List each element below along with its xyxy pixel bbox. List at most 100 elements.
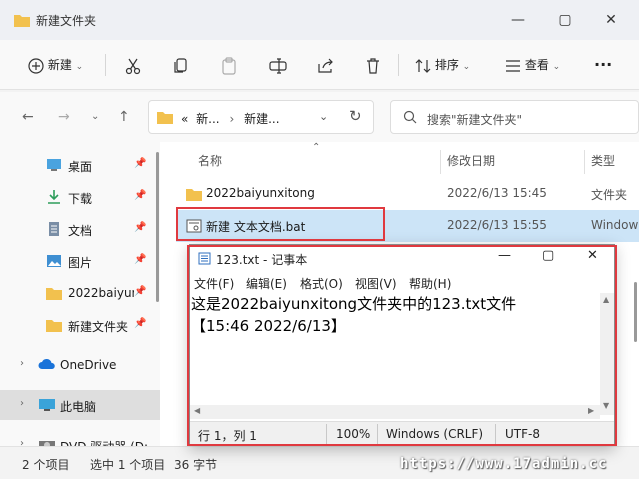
pin-icon: 📌 <box>134 318 147 329</box>
divider <box>377 424 378 444</box>
file-row-selected[interactable]: 新建 文本文档.bat 2022/6/13 15:55 Windows <box>176 210 639 242</box>
notepad-maximize-button[interactable]: ▢ <box>542 248 554 263</box>
search-box[interactable]: 搜索"新建文件夹" <box>390 100 639 134</box>
rename-icon <box>269 57 287 74</box>
download-icon <box>48 190 60 204</box>
breadcrumb-item[interactable]: 新建... <box>244 112 279 126</box>
file-type: 文件夹 <box>591 188 628 202</box>
chevron-right-icon[interactable]: › <box>20 438 24 446</box>
scroll-left-icon[interactable]: ◀ <box>194 406 200 415</box>
rename-button[interactable] <box>269 54 287 76</box>
sidebar-item-label: DVD 驱动器 (D: <box>60 438 148 446</box>
column-header-name[interactable]: 名称 <box>198 152 222 169</box>
maximize-button[interactable]: ▢ <box>555 10 575 30</box>
sidebar-item-label: 2022baiyun <box>68 286 134 300</box>
more-options-button[interactable]: ··· <box>594 54 612 76</box>
column-divider[interactable] <box>440 150 441 174</box>
share-icon <box>318 58 333 73</box>
back-arrow-icon[interactable]: ← <box>22 109 34 125</box>
notepad-text-area[interactable]: 这是2022baiyunxitong文件夹中的123.txt文件 【15:46 … <box>190 293 600 405</box>
menu-view[interactable]: 视图(V) <box>355 275 397 292</box>
copy-button[interactable] <box>173 54 189 76</box>
filelist-scrollbar[interactable] <box>634 282 637 342</box>
address-bar[interactable]: « 新... › 新建... ⌄ ↻ <box>148 100 374 134</box>
share-button[interactable] <box>317 54 335 76</box>
menu-format[interactable]: 格式(O) <box>300 275 343 292</box>
up-arrow-icon[interactable]: ↑ <box>118 109 130 125</box>
column-header-type[interactable]: 类型 <box>591 152 615 169</box>
document-icon <box>49 222 59 236</box>
sort-button[interactable]: 排序 ⌄ <box>415 54 470 76</box>
notepad-close-button[interactable]: ✕ <box>587 248 598 263</box>
new-button[interactable]: 新建 ⌄ <box>28 54 83 76</box>
cut-button[interactable] <box>124 54 142 76</box>
sidebar-item-documents[interactable]: 文档 📌 <box>0 214 160 244</box>
plus-circle-icon <box>28 57 44 74</box>
clipboard-icon <box>222 56 236 75</box>
breadcrumb-item[interactable]: 新... <box>196 112 219 126</box>
pin-icon: 📌 <box>134 158 147 169</box>
recent-locations-chevron-icon[interactable]: ⌄ <box>91 111 99 122</box>
minimize-button[interactable]: — <box>508 10 528 30</box>
sidebar-item-downloads[interactable]: 下载 📌 <box>0 182 160 212</box>
navigation-pane: 桌面 📌 下载 📌 文档 📌 图片 📌 2022baiyun 📌 新建文件夹 📌 <box>0 142 160 446</box>
paste-button[interactable] <box>221 54 237 76</box>
view-label: 查看 <box>524 58 549 72</box>
notepad-horizontal-scrollbar[interactable]: ◀ ▶ <box>190 405 600 419</box>
sidebar-item-label: 新建文件夹 <box>68 320 129 334</box>
menu-edit[interactable]: 编辑(E) <box>246 275 287 292</box>
sidebar-item-2022baiyun[interactable]: 2022baiyun 📌 <box>0 278 160 308</box>
watermark: https://www.17admin.cc <box>400 456 608 472</box>
column-divider[interactable] <box>584 150 585 174</box>
item-count: 2 个项目 <box>22 458 70 472</box>
forward-arrow-icon[interactable]: → <box>58 109 70 125</box>
file-type: Windows <box>591 218 639 232</box>
delete-button[interactable] <box>365 54 381 76</box>
line-ending: Windows (CRLF) <box>386 427 484 441</box>
sidebar-item-desktop[interactable]: 桌面 📌 <box>0 150 160 180</box>
file-row[interactable]: 2022baiyunxitong 2022/6/13 15:45 文件夹 <box>176 178 639 210</box>
sidebar-item-label: 下载 <box>68 192 93 206</box>
notepad-title-bar: 123.txt - 记事本 — ▢ ✕ <box>190 245 614 271</box>
sidebar-item-dvd[interactable]: › DVD 驱动器 (D: <box>0 430 160 446</box>
menu-file[interactable]: 文件(F) <box>194 275 234 292</box>
notepad-minimize-button[interactable]: — <box>498 248 511 263</box>
folder-icon <box>157 112 173 124</box>
pictures-icon <box>47 255 61 267</box>
scroll-right-icon[interactable]: ▶ <box>588 406 594 415</box>
sort-label: 排序 <box>434 58 459 72</box>
scroll-down-icon[interactable]: ▼ <box>603 401 609 410</box>
file-name: 新建 文本文档.bat <box>206 220 306 234</box>
breadcrumb-overflow[interactable]: « <box>181 112 188 126</box>
sidebar-scrollbar[interactable] <box>156 152 159 302</box>
notepad-status-bar: 行 1，列 1 100% Windows (CRLF) UTF-8 <box>190 421 614 445</box>
desktop-icon <box>47 159 61 171</box>
breadcrumb-separator: › <box>229 112 235 126</box>
sidebar-item-pictures[interactable]: 图片 📌 <box>0 246 160 276</box>
column-header-date[interactable]: 修改日期 <box>447 152 495 169</box>
chevron-right-icon[interactable]: › <box>20 358 24 369</box>
notepad-title: 123.txt - 记事本 <box>216 253 308 267</box>
search-input[interactable]: 搜索"新建文件夹" <box>427 111 522 128</box>
sidebar-item-this-pc[interactable]: › 此电脑 <box>0 390 160 420</box>
command-bar: 新建 ⌄ 排序 ⌄ 查看 ⌄ ··· <box>0 40 639 90</box>
folder-icon <box>14 15 30 27</box>
view-button[interactable]: 查看 ⌄ <box>505 54 560 76</box>
selected-count: 选中 1 个项目 <box>90 458 166 472</box>
close-button[interactable]: ✕ <box>601 10 621 30</box>
sidebar-item-new-folder[interactable]: 新建文件夹 📌 <box>0 310 160 340</box>
dvd-drive-icon <box>39 441 55 446</box>
copy-icon <box>174 57 187 73</box>
chevron-down-icon: ⌄ <box>462 62 471 72</box>
file-name: 2022baiyunxitong <box>206 186 315 200</box>
address-history-chevron-icon[interactable]: ⌄ <box>319 110 328 123</box>
computer-icon <box>39 399 55 411</box>
menu-help[interactable]: 帮助(H) <box>409 275 451 292</box>
notepad-vertical-scrollbar[interactable]: ▲ ▼ <box>600 293 614 415</box>
divider <box>398 54 399 76</box>
refresh-icon[interactable]: ↻ <box>349 107 362 125</box>
chevron-right-icon[interactable]: › <box>20 398 24 409</box>
breadcrumb: « 新... › 新建... <box>181 110 280 127</box>
sidebar-item-onedrive[interactable]: › OneDrive <box>0 350 160 380</box>
scroll-up-icon[interactable]: ▲ <box>603 295 609 304</box>
